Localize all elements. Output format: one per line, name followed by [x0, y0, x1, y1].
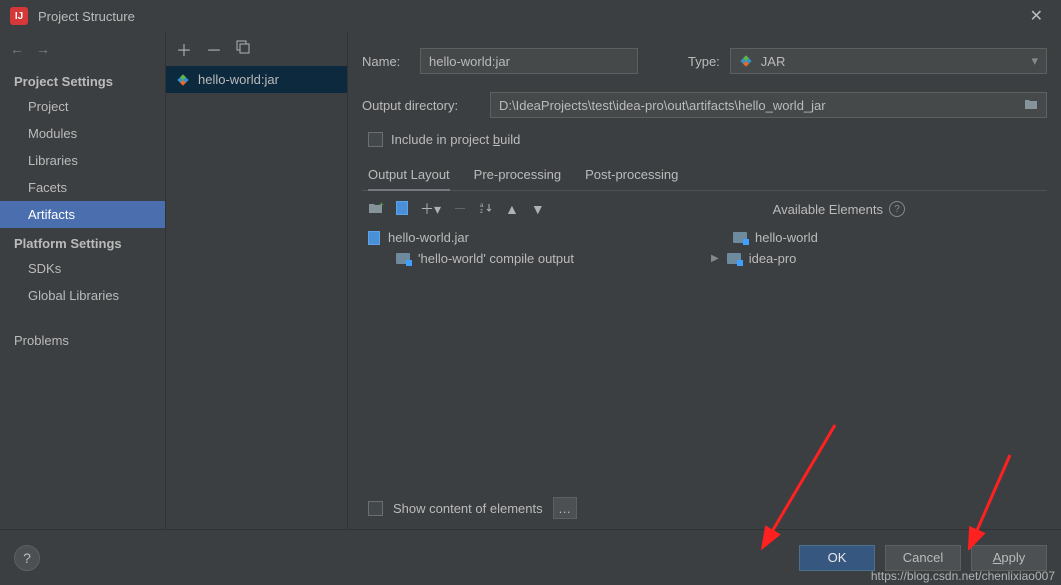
tree-compile-output[interactable]: 'hello-world' compile output [368, 248, 687, 269]
back-icon[interactable]: ← [10, 41, 24, 57]
remove-layout-icon[interactable]: － [453, 199, 467, 219]
expand-icon[interactable]: ▶ [711, 253, 719, 264]
available-elements-tree: hello-world ▶ idea-pro [711, 227, 1041, 269]
apply-button[interactable]: Apply [971, 545, 1047, 571]
tab-output-layout[interactable]: Output Layout [368, 161, 450, 190]
available-elements-label: Available Elements [773, 202, 883, 217]
dialog-title: Project Structure [38, 9, 1022, 24]
sidebar-item-project[interactable]: Project [0, 93, 165, 120]
sidebar-item-global-libraries[interactable]: Global Libraries [0, 282, 165, 309]
close-icon[interactable]: ✕ [1022, 2, 1051, 30]
available-item-idea-pro[interactable]: ▶ idea-pro [711, 248, 1041, 269]
output-directory-value: D:\IdeaProjects\test\idea-pro\out\artifa… [499, 98, 826, 113]
include-build-checkbox[interactable] [368, 132, 383, 147]
include-build-label: Include in project build [391, 132, 520, 147]
jar-type-icon [739, 54, 753, 68]
dialog-content: ← → Project Settings Project Modules Lib… [0, 32, 1061, 529]
browse-folder-icon[interactable] [1024, 98, 1038, 113]
artifact-icon [176, 73, 190, 87]
titlebar: IJ Project Structure ✕ [0, 0, 1061, 32]
module-icon [727, 253, 741, 264]
show-content-checkbox[interactable] [368, 501, 383, 516]
sidebar-item-libraries[interactable]: Libraries [0, 147, 165, 174]
svg-text:+: + [379, 201, 384, 209]
tab-post-processing[interactable]: Post-processing [585, 161, 678, 190]
module-output-icon [396, 253, 410, 264]
help-button[interactable]: ? [14, 545, 40, 571]
artifact-list-panel: ＋ － hello-world:jar [166, 32, 348, 529]
type-label: Type: [688, 54, 720, 69]
sidebar-item-sdks[interactable]: SDKs [0, 255, 165, 282]
ok-button[interactable]: OK [799, 545, 875, 571]
show-content-options-button[interactable]: … [553, 497, 577, 519]
show-content-label: Show content of elements [393, 501, 543, 516]
artifact-detail-panel: Name: Type: JAR ▾ Output directory: D:\I… [348, 32, 1061, 529]
forward-icon[interactable]: → [36, 41, 50, 57]
sidebar-item-artifacts[interactable]: Artifacts [0, 201, 165, 228]
output-directory-input[interactable]: D:\IdeaProjects\test\idea-pro\out\artifa… [490, 92, 1047, 118]
name-input[interactable] [420, 48, 638, 74]
output-directory-label: Output directory: [362, 98, 480, 113]
name-label: Name: [362, 54, 410, 69]
sidebar-item-facets[interactable]: Facets [0, 174, 165, 201]
available-ip-label: idea-pro [749, 251, 797, 266]
tree-jar-root[interactable]: hello-world.jar [368, 227, 687, 248]
module-icon [733, 232, 747, 243]
intellij-icon: IJ [10, 7, 28, 25]
sidebar-item-problems[interactable]: Problems [0, 327, 165, 354]
project-structure-dialog: IJ Project Structure ✕ ← → Project Setti… [0, 0, 1061, 585]
sidebar: ← → Project Settings Project Modules Lib… [0, 32, 166, 529]
tree-jar-label: hello-world.jar [388, 230, 469, 245]
artifact-item-hello-world-jar[interactable]: hello-world:jar [166, 66, 347, 93]
add-icon[interactable]: ＋ [176, 37, 192, 61]
layout-toolbar: + ＋▾ － az ▲ ▼ Available Elements ? [362, 191, 1047, 227]
chevron-down-icon: ▾ [1031, 53, 1038, 69]
remove-icon[interactable]: － [206, 37, 222, 61]
tree-compile-label: 'hello-world' compile output [418, 251, 574, 266]
tab-pre-processing[interactable]: Pre-processing [474, 161, 561, 190]
artifact-list-toolbar: ＋ － [166, 32, 347, 66]
type-value: JAR [761, 54, 786, 69]
sidebar-header-project: Project Settings [0, 66, 165, 93]
output-layout-tree: hello-world.jar 'hello-world' compile ou… [368, 227, 687, 269]
add-copy-icon[interactable]: ＋▾ [420, 199, 441, 219]
cancel-button[interactable]: Cancel [885, 545, 961, 571]
artifact-item-label: hello-world:jar [198, 72, 279, 87]
sidebar-item-modules[interactable]: Modules [0, 120, 165, 147]
sidebar-header-platform: Platform Settings [0, 228, 165, 255]
help-available-icon[interactable]: ? [889, 201, 905, 217]
available-item-hello-world[interactable]: hello-world [711, 227, 1041, 248]
available-hw-label: hello-world [755, 230, 818, 245]
jar-icon [368, 231, 380, 245]
sidebar-nav-tools: ← → [0, 32, 165, 66]
move-up-icon[interactable]: ▲ [505, 201, 519, 217]
move-down-icon[interactable]: ▼ [531, 201, 545, 217]
add-folder-icon[interactable]: + [368, 201, 384, 218]
sort-icon[interactable]: az [479, 201, 493, 218]
type-dropdown[interactable]: JAR ▾ [730, 48, 1047, 74]
add-archive-icon[interactable] [396, 201, 408, 218]
svg-text:z: z [480, 209, 483, 215]
copy-icon[interactable] [236, 40, 250, 59]
artifact-tabs: Output Layout Pre-processing Post-proces… [362, 161, 1047, 191]
watermark: https://blog.csdn.net/chenlixiao007 [871, 569, 1055, 583]
